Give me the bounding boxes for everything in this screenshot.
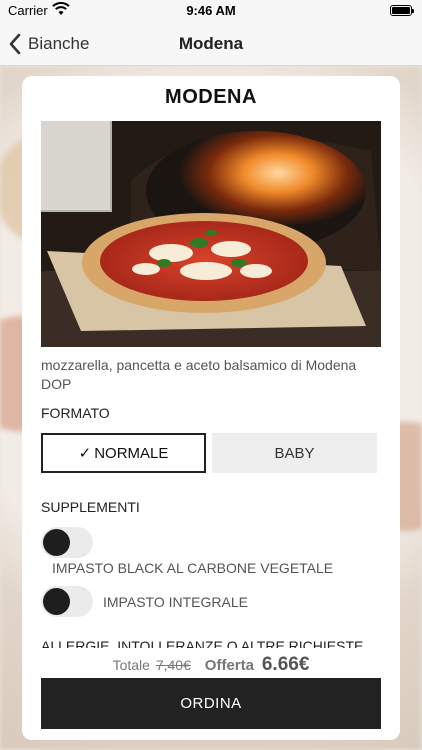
supplement-label-black: IMPASTO BLACK AL CARBONE VEGETALE [52,560,334,576]
format-label: FORMATO [41,405,110,421]
toggle-knob [43,588,70,615]
format-option-label: NORMALE [94,444,169,462]
clock: 9:46 AM [186,3,236,18]
pizza-photo [41,121,381,347]
format-option-normale[interactable]: ✓ NORMALE [41,433,206,473]
checkmark-icon: ✓ [78,445,92,462]
product-name: MODENA [165,86,257,108]
order-button[interactable]: ORDINA [41,678,381,729]
offer-price: 6.66€ [261,654,310,675]
offer-label: Offerta [204,657,254,674]
product-card: MODENA mozzarella, pancetta e aceto bals… [22,76,400,740]
toggle-knob [43,529,70,556]
product-description: mozzarella, pancetta e aceto balsamico d… [41,357,357,392]
supplement-label-integrale: IMPASTO INTEGRALE [103,594,248,610]
total-label: Totale [112,657,150,673]
status-bar: Carrier 9:46 AM [0,0,422,22]
navigation-bar: Bianche Modena [0,22,422,66]
nav-title: Modena [178,34,244,53]
format-option-label: BABY [274,444,315,462]
total-row: Totale 7,40€ Offerta 6.66€ [22,654,400,676]
format-option-baby[interactable]: BABY [212,433,377,473]
supplements-label: SUPPLEMENTI [41,499,140,515]
supplement-toggle-integrale[interactable] [41,586,93,617]
battery-icon [390,5,414,16]
supplement-toggle-black[interactable] [41,527,93,558]
old-price: 7,40€ [155,657,191,673]
